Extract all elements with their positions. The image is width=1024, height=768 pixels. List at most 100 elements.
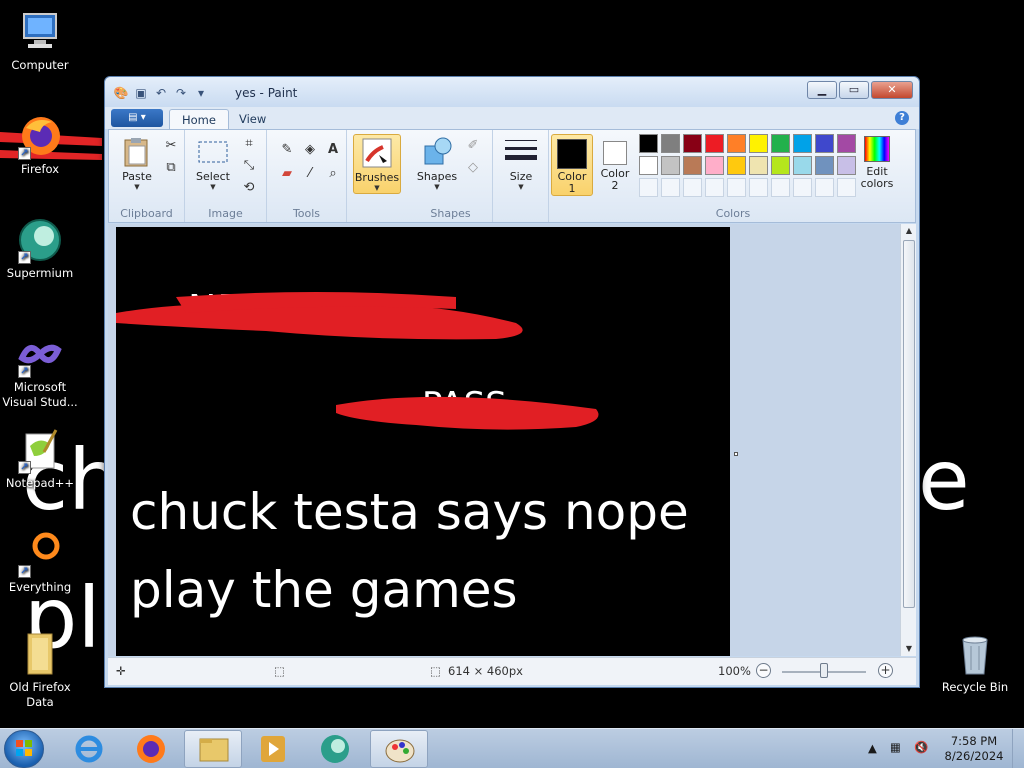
palette-swatch[interactable]	[793, 156, 812, 175]
outline-icon[interactable]: ✐	[463, 136, 483, 156]
undo-icon[interactable]: ↶	[153, 85, 169, 101]
palette-swatch[interactable]	[661, 156, 680, 175]
show-hidden-icons-icon[interactable]: ▲	[868, 741, 877, 755]
close-button[interactable]: ✕	[871, 81, 913, 99]
taskbar-firefox[interactable]	[122, 730, 180, 768]
firefox-icon	[137, 735, 165, 763]
taskbar-paint[interactable]	[370, 730, 428, 768]
zoom-slider-thumb[interactable]	[820, 663, 828, 678]
network-icon[interactable]: ▦	[890, 740, 901, 754]
rotate-icon[interactable]: ⟲	[239, 178, 259, 198]
palette-swatch[interactable]	[639, 156, 658, 175]
color-picker-icon[interactable]: ⁄	[300, 164, 320, 184]
palette-swatch[interactable]	[837, 134, 856, 153]
select-button[interactable]: Select ▼	[189, 134, 237, 191]
desktop-icon-label: Microsoft Visual Stud...	[2, 380, 78, 409]
palette-swatch[interactable]	[661, 134, 680, 153]
edit-colors-button[interactable]: Edit colors	[855, 134, 899, 190]
desktop-icon-notepadpp[interactable]: ↗ Notepad++	[0, 426, 80, 491]
color2-button[interactable]: Color 2	[595, 134, 635, 196]
palette-swatch[interactable]	[749, 134, 768, 153]
brushes-button[interactable]: Brushes ▼	[353, 134, 401, 194]
palette-swatch[interactable]	[815, 134, 834, 153]
custom-color-slot[interactable]	[837, 178, 856, 197]
desktop-icon-firefox[interactable]: ↗ Firefox	[0, 112, 80, 177]
desktop-icon-old-firefox-data[interactable]: Old Firefox Data	[0, 630, 80, 710]
desktop-icon-recycle-bin[interactable]: Recycle Bin	[935, 630, 1015, 695]
palette-swatch[interactable]	[837, 156, 856, 175]
palette-swatch[interactable]	[749, 156, 768, 175]
tab-view[interactable]: View	[227, 109, 278, 129]
group-colors: Color 1 Color 2 Edit colors Colors	[549, 130, 917, 222]
taskbar-media-player[interactable]	[244, 730, 302, 768]
palette-swatch[interactable]	[771, 156, 790, 175]
volume-muted-icon[interactable]: 🔇	[914, 740, 928, 754]
clock[interactable]: 7:58 PM 8/26/2024	[944, 734, 1004, 764]
palette-swatch[interactable]	[727, 156, 746, 175]
zoom-in-button[interactable]: +	[878, 663, 893, 678]
size-button[interactable]: Size ▼	[497, 134, 545, 191]
desktop-icon-everything[interactable]: ↗ Everything	[0, 530, 80, 595]
palette-swatch[interactable]	[705, 134, 724, 153]
window-title: yes - Paint	[235, 86, 298, 100]
desktop-icon-visual-studio[interactable]: ↗ Microsoft Visual Stud...	[0, 330, 80, 410]
custom-color-slot[interactable]	[727, 178, 746, 197]
custom-color-slot[interactable]	[683, 178, 702, 197]
desktop-icon-supermium[interactable]: ↗ Supermium	[0, 216, 80, 281]
canvas-resize-handle[interactable]	[734, 452, 738, 456]
redo-icon[interactable]: ↷	[173, 85, 189, 101]
help-icon[interactable]: ?	[895, 111, 909, 125]
palette-swatch[interactable]	[639, 134, 658, 153]
minimize-button[interactable]: ▁	[807, 81, 837, 99]
taskbar-supermium[interactable]	[306, 730, 364, 768]
magnifier-icon[interactable]: ⌕	[323, 164, 343, 184]
custom-color-slot[interactable]	[705, 178, 724, 197]
vertical-scrollbar[interactable]: ▲ ▼	[900, 224, 916, 656]
crop-icon[interactable]: ⌗	[239, 134, 259, 154]
scroll-down-icon[interactable]: ▼	[901, 642, 917, 656]
paint-icon	[385, 739, 415, 763]
custom-color-slot[interactable]	[661, 178, 680, 197]
canvas-size-value: 614 × 460px	[448, 664, 523, 678]
title-bar[interactable]: 🎨 ▣ ↶ ↷ ▾ yes - Paint ▁ ▭ ✕	[105, 77, 919, 107]
palette-swatch[interactable]	[793, 134, 812, 153]
custom-color-slot[interactable]	[815, 178, 834, 197]
start-button[interactable]	[4, 730, 44, 768]
drawing-canvas[interactable]: NETWORK PASS chuck testa says nope play …	[116, 227, 730, 656]
cut-icon[interactable]: ✂	[161, 136, 181, 156]
fill-bucket-icon[interactable]: ◇	[463, 158, 483, 178]
paste-button[interactable]: Paste ▼	[113, 134, 161, 191]
computer-icon	[16, 8, 64, 56]
resize-icon[interactable]: ⤡	[239, 156, 259, 176]
palette-swatch[interactable]	[683, 134, 702, 153]
custom-color-slot[interactable]	[749, 178, 768, 197]
customize-qat-icon[interactable]: ▾	[193, 85, 209, 101]
save-icon[interactable]: ▣	[133, 85, 149, 101]
fill-icon[interactable]: ◈	[300, 140, 320, 160]
palette-swatch[interactable]	[727, 134, 746, 153]
scrollbar-thumb[interactable]	[903, 240, 915, 608]
copy-icon[interactable]: ⧉	[161, 158, 181, 178]
clock-time: 7:58 PM	[950, 734, 998, 748]
shapes-button[interactable]: Shapes ▼	[413, 134, 461, 191]
tab-home[interactable]: Home	[169, 109, 229, 129]
show-desktop-button[interactable]	[1012, 729, 1024, 768]
scroll-up-icon[interactable]: ▲	[901, 224, 917, 238]
taskbar-ie[interactable]	[60, 730, 118, 768]
taskbar-explorer[interactable]	[184, 730, 242, 768]
desktop-icon-computer[interactable]: Computer	[0, 8, 80, 73]
custom-color-slot[interactable]	[793, 178, 812, 197]
pencil-icon[interactable]: ✎	[277, 140, 297, 160]
palette-swatch[interactable]	[683, 156, 702, 175]
custom-color-slot[interactable]	[639, 178, 658, 197]
color1-button[interactable]: Color 1	[551, 134, 593, 196]
maximize-button[interactable]: ▭	[839, 81, 869, 99]
custom-color-slot[interactable]	[771, 178, 790, 197]
paint-menu-button[interactable]: ▤ ▾	[111, 109, 163, 127]
zoom-out-button[interactable]: −	[756, 663, 771, 678]
palette-swatch[interactable]	[705, 156, 724, 175]
text-icon[interactable]: A	[323, 140, 343, 160]
palette-swatch[interactable]	[815, 156, 834, 175]
eraser-icon[interactable]: ▰	[277, 164, 297, 184]
palette-swatch[interactable]	[771, 134, 790, 153]
